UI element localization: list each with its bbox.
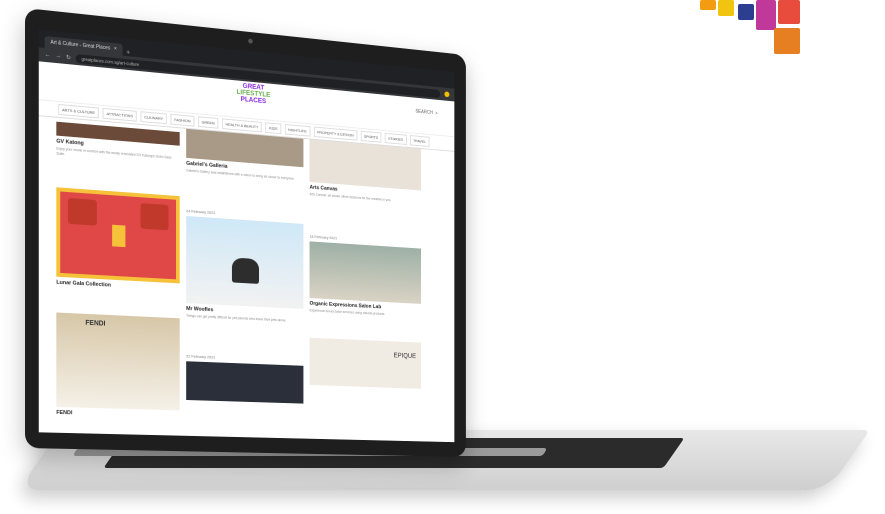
article-card[interactable]: 22 February 2021 xyxy=(186,353,304,404)
cube-blue xyxy=(738,4,754,20)
article-title: FENDI xyxy=(56,409,73,417)
forward-icon[interactable]: → xyxy=(55,53,61,60)
nav-item-health[interactable]: HEALTH & BEAUTY xyxy=(221,118,263,133)
article-card[interactable]: Arts Canvas Arts Canvas' art studio offe… xyxy=(309,139,422,205)
decorative-cubes xyxy=(690,0,820,60)
cube-magenta xyxy=(756,0,776,30)
article-card[interactable]: Gabriel's Galleria Gabriel's Gallery was… xyxy=(186,128,304,183)
nav-item-nightlife[interactable]: NIGHTLIFE xyxy=(284,123,311,137)
reload-icon[interactable]: ↻ xyxy=(66,54,71,61)
nav-item-stories[interactable]: STORIES xyxy=(384,132,407,145)
nav-item-attractions[interactable]: ATTRACTIONS xyxy=(102,107,137,122)
article-card[interactable]: FENDI FENDI xyxy=(56,312,180,419)
article-image xyxy=(309,241,422,304)
article-grid: GV Katong Enjoy your movie in comfort wi… xyxy=(39,116,455,442)
new-tab-button[interactable]: + xyxy=(126,49,130,56)
search-icon: ⌕ xyxy=(435,110,438,117)
cube-orange-2 xyxy=(774,28,800,54)
nav-item-culinary[interactable]: CULINARY xyxy=(140,111,167,125)
article-card[interactable]: EPIQUE xyxy=(309,337,422,389)
back-icon[interactable]: ← xyxy=(45,52,51,59)
search-link[interactable]: SEARCH ⌕ xyxy=(415,109,437,117)
nav-item-travel[interactable]: TRAVEL xyxy=(409,135,430,147)
search-label: SEARCH xyxy=(415,108,433,116)
nav-item-arts[interactable]: ARTS & CULTURE xyxy=(58,103,99,119)
nav-item-property[interactable]: PROPERTY & DESIGN xyxy=(313,126,358,141)
article-image: EPIQUE xyxy=(309,337,422,389)
camera-icon xyxy=(248,38,253,44)
cube-yellow xyxy=(718,0,734,16)
nav-item-fashion[interactable]: FASHION xyxy=(170,113,195,127)
tab-close-icon[interactable]: × xyxy=(114,46,117,52)
pattern-left xyxy=(67,198,97,226)
cube-orange xyxy=(700,0,716,10)
article-card[interactable]: Lunar Gala Collection xyxy=(56,187,180,292)
nav-item-kids[interactable]: KIDS xyxy=(265,122,282,135)
site-logo[interactable]: GREAT LIFESTYLE PLACES xyxy=(236,82,270,105)
article-image xyxy=(186,361,304,404)
article-image xyxy=(186,215,304,310)
profile-avatar[interactable] xyxy=(444,91,450,98)
article-card[interactable]: 18 February 2021 Organic Expressions Sal… xyxy=(309,234,422,319)
article-card[interactable]: GV Katong Enjoy your movie in comfort wi… xyxy=(56,121,180,166)
article-image: FENDI xyxy=(56,312,180,411)
nav-item-sports[interactable]: SPORTS xyxy=(360,130,382,143)
store-sign: FENDI xyxy=(85,319,106,328)
brand-label: EPIQUE xyxy=(393,352,417,360)
dog-icon xyxy=(231,257,259,284)
pattern-right xyxy=(140,203,169,231)
article-card[interactable]: 24 February 2021 Mr Woofles Things can g… xyxy=(186,208,304,324)
article-image xyxy=(309,139,422,191)
nav-item-green[interactable]: GREEN xyxy=(197,116,219,129)
cube-red xyxy=(778,0,800,24)
lantern-icon xyxy=(112,224,126,248)
laptop-screen: Art & Culture - Great Places × + ← → ↻ g… xyxy=(38,29,455,443)
article-image xyxy=(56,187,180,284)
laptop-lid: Art & Culture - Great Places × + ← → ↻ g… xyxy=(25,8,466,458)
